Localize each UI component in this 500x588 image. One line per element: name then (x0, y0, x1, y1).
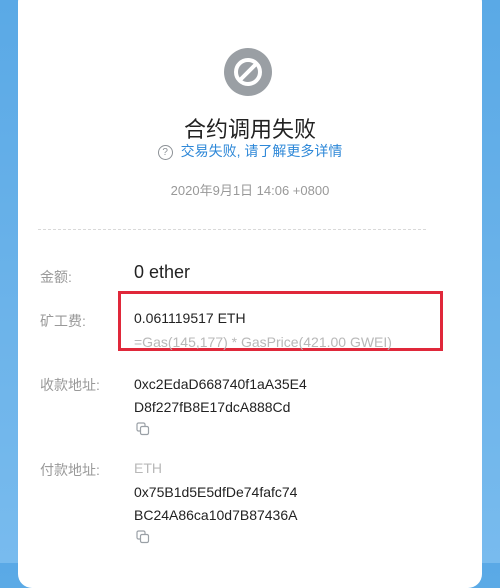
transaction-detail-card: 合约调用失败 ? 交易失败, 请了解更多详情 2020年9月1日 14:06 +0… (18, 0, 482, 588)
fee-label: 矿工费: (40, 313, 86, 329)
dashed-divider (38, 229, 426, 230)
sender-label: 付款地址: (40, 462, 100, 478)
sender-address-line2: BC24A86ca10d7B87436A (134, 507, 298, 523)
amount-value: 0 ether (134, 262, 191, 282)
failure-details-text[interactable]: 交易失败, 请了解更多详情 (181, 143, 343, 159)
copy-icon[interactable] (136, 530, 150, 544)
failure-details-link[interactable]: ? 交易失败, 请了解更多详情 (18, 141, 482, 161)
fee-formula: =Gas(145,177) * GasPrice(421.00 GWEI) (134, 334, 392, 350)
prohibited-icon (224, 48, 272, 96)
receiver-label: 收款地址: (40, 377, 100, 393)
amount-label: 金额: (40, 269, 72, 285)
copy-icon[interactable] (136, 422, 150, 436)
transaction-timestamp: 2020年9月1日 14:06 +0800 (170, 183, 330, 198)
question-circle-icon: ? (157, 145, 173, 160)
sender-token: ETH (134, 460, 162, 476)
page-title: 合约调用失败 (183, 117, 316, 142)
receiver-address-line1: 0xc2EdaD668740f1aA35E4 (134, 376, 307, 392)
fee-value: 0.061119517 ETH (134, 310, 246, 326)
receiver-address-line2: D8f227fB8E17dcA888Cd (134, 399, 291, 415)
sender-address-line1: 0x75B1d5E5dfDe74fafc74 (134, 484, 298, 500)
